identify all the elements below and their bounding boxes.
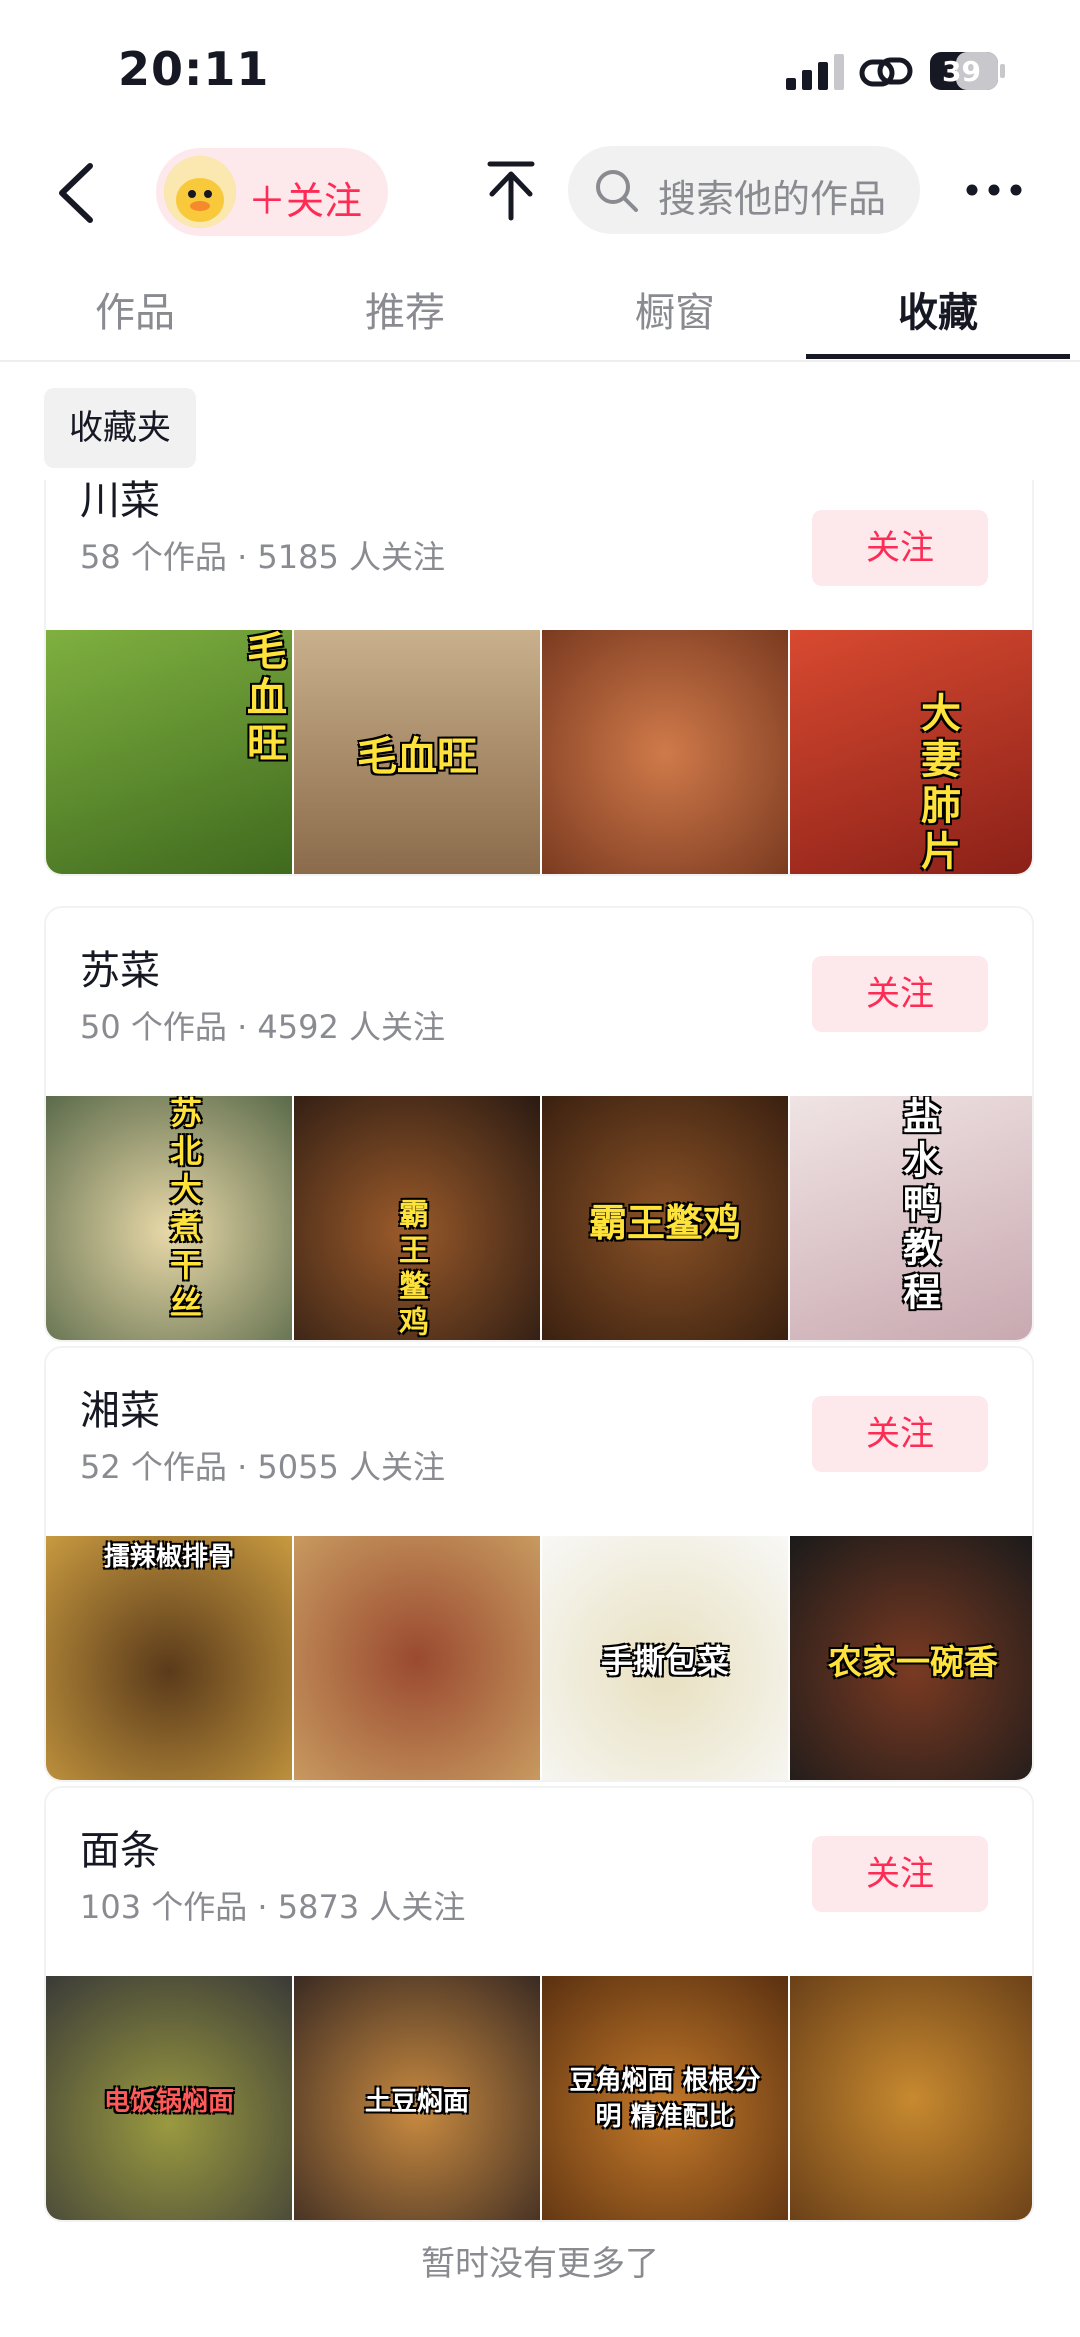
thumbnail[interactable]: 大妻肺片 (790, 630, 1032, 876)
nav-bar: ＋关注 搜索他的作品 (0, 140, 1080, 240)
thumbnail-caption: 擂辣椒排骨 (103, 1542, 234, 1572)
back-arrow-icon[interactable] (50, 160, 106, 226)
thumbnail[interactable]: 霸王鳖鸡 (294, 1096, 540, 1342)
collection-meta: 50 个作品 · 4592 人关注 (80, 1008, 446, 1046)
status-bar: 20:11 39 (0, 0, 1080, 140)
thumbnail[interactable] (542, 630, 788, 874)
collection-follow-button[interactable]: 关注 (812, 956, 988, 1032)
thumbnail-caption: 手撕包菜 (600, 1642, 729, 1680)
more-dots-icon[interactable] (962, 166, 1026, 214)
collection-thumbnails: 毛血旺 毛血旺 大妻肺片 (46, 630, 1032, 876)
thumbnail-caption: 农家一碗香 (828, 1642, 998, 1683)
collection-meta: 52 个作品 · 5055 人关注 (80, 1448, 446, 1486)
tab-showcase[interactable]: 橱窗 (540, 280, 810, 338)
favorites-folder-chip[interactable]: 收藏夹 (44, 388, 196, 468)
collection-title: 面条 (80, 1828, 160, 1874)
thumbnail-caption: 毛血旺 (240, 630, 286, 768)
collection-thumbnails: 擂辣椒排骨 手撕包菜 农家一碗香 (46, 1536, 1032, 1780)
collection-follow-button[interactable]: 关注 (812, 510, 988, 586)
thumbnail[interactable]: 手撕包菜 (542, 1536, 788, 1780)
collection-title: 川菜 (80, 480, 160, 524)
tab-works[interactable]: 作品 (0, 280, 270, 338)
collection-thumbnails: 电饭锅焖面 土豆焖面 豆角焖面 根根分明 精准配比 (46, 1976, 1032, 2220)
thumbnail[interactable]: 盐水鸭教程 (790, 1096, 1032, 1340)
collection-thumbnails: 苏北大煮干丝 霸王鳖鸡 霸王鳖鸡 盐水鸭教程 (46, 1096, 1032, 1342)
profile-tabs: 作品 推荐 橱窗 收藏 (0, 262, 1080, 362)
search-placeholder: 搜索他的作品 (658, 177, 887, 221)
thumbnail[interactable]: 土豆焖面 (294, 1976, 540, 2220)
tab-recommend[interactable]: 推荐 (270, 280, 540, 338)
thumbnail-caption: 大妻肺片 (914, 692, 960, 876)
collection-card-sichuan[interactable]: 川菜 58 个作品 · 5185 人关注 关注 毛血旺 毛血旺 大妻肺片 (44, 480, 1034, 876)
tab-favorites[interactable]: 收藏 (806, 280, 1070, 338)
link-icon (859, 57, 913, 87)
duck-avatar-icon[interactable] (164, 156, 236, 228)
thumbnail-caption: 豆角焖面 根根分明 精准配比 (569, 2065, 761, 2132)
thumbnail-caption: 土豆焖面 (364, 2086, 469, 2117)
collection-meta: 103 个作品 · 5873 人关注 (80, 1888, 466, 1926)
thumbnail[interactable]: 擂辣椒排骨 (46, 1536, 292, 1780)
collection-card-jiangsu[interactable]: 苏菜 50 个作品 · 4592 人关注 关注 苏北大煮干丝 霸王鳖鸡 霸王鳖鸡… (44, 906, 1034, 1342)
thumbnail[interactable] (790, 1976, 1032, 2220)
collection-meta: 58 个作品 · 5185 人关注 (80, 538, 446, 576)
collection-title: 苏菜 (80, 948, 160, 994)
active-tab-indicator (806, 354, 1070, 359)
thumbnail-caption: 霸王鳖鸡 (588, 1200, 741, 1245)
thumbnail-caption: 毛血旺 (357, 734, 477, 780)
share-upload-icon[interactable] (484, 158, 538, 224)
collection-card-noodles[interactable]: 面条 103 个作品 · 5873 人关注 关注 电饭锅焖面 土豆焖面 豆角焖面… (44, 1786, 1034, 2222)
thumbnail[interactable]: 豆角焖面 根根分明 精准配比 (542, 1976, 788, 2220)
follow-user-button[interactable]: ＋关注 (156, 148, 388, 236)
collection-follow-button[interactable]: 关注 (812, 1836, 988, 1912)
thumbnail-caption: 苏北大煮干丝 (165, 1096, 203, 1324)
thumbnail[interactable]: 毛血旺 (294, 630, 540, 874)
thumbnail[interactable]: 苏北大煮干丝 (46, 1096, 292, 1340)
collection-card-hunan[interactable]: 湘菜 52 个作品 · 5055 人关注 关注 擂辣椒排骨 手撕包菜 农家一碗香 (44, 1346, 1034, 1782)
thumbnail[interactable]: 电饭锅焖面 (46, 1976, 292, 2220)
thumbnail[interactable]: 毛血旺 (46, 630, 292, 874)
end-of-list-note: 暂时没有更多了 (421, 2244, 659, 2284)
collection-title: 湘菜 (80, 1388, 160, 1434)
thumbnail-caption: 霸王鳖鸡 (393, 1198, 428, 1342)
battery-level: 39 (942, 55, 981, 88)
thumbnail[interactable]: 霸王鳖鸡 (542, 1096, 788, 1340)
follow-user-label: ＋关注 (248, 179, 363, 223)
thumbnail-caption: 电饭锅焖面 (103, 2086, 234, 2117)
signal-icon (786, 54, 844, 90)
search-icon (596, 170, 638, 212)
thumbnail-caption: 盐水鸭教程 (896, 1096, 941, 1316)
thumbnail[interactable] (294, 1536, 540, 1780)
search-input[interactable]: 搜索他的作品 (568, 146, 920, 234)
battery-icon: 39 (928, 50, 1008, 92)
thumbnail[interactable]: 农家一碗香 (790, 1536, 1032, 1780)
collection-follow-button[interactable]: 关注 (812, 1396, 988, 1472)
status-time: 20:11 (118, 42, 270, 96)
